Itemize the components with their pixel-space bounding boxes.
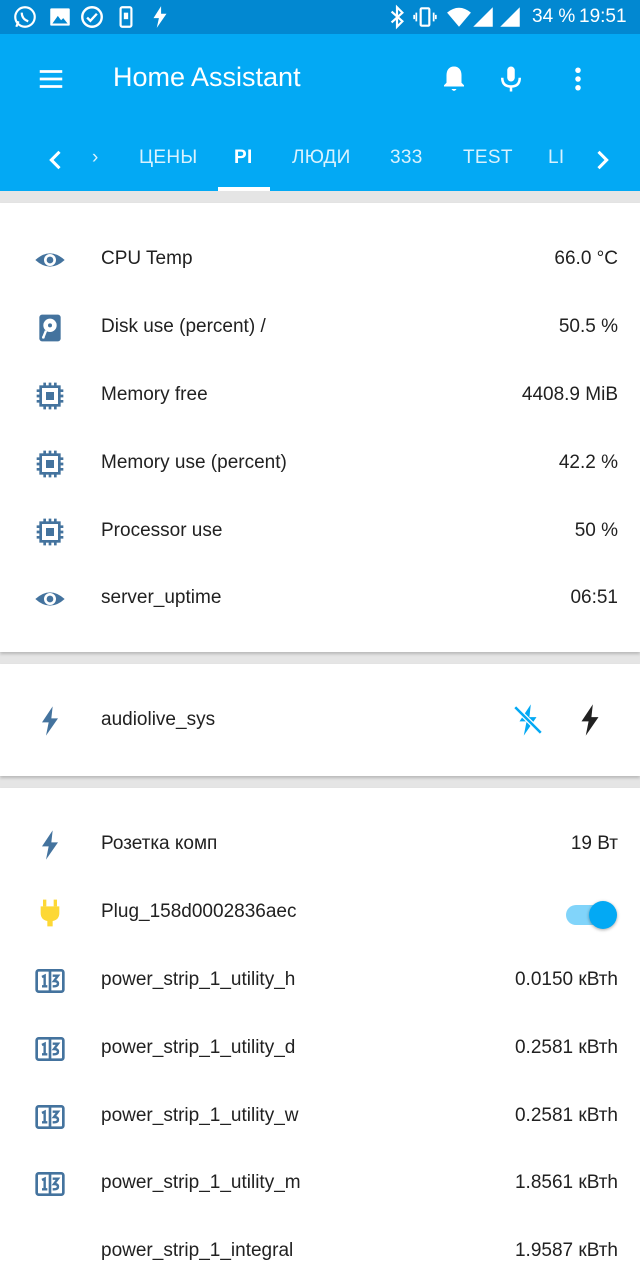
power-card: Розетка комп 19 Вт Plug_158d0002836aec p… (0, 788, 640, 1280)
entity-name: CPU Temp (101, 248, 193, 269)
entity-row[interactable]: Disk use (percent) / 50.5 % (0, 293, 640, 361)
entity-name: power_strip_1_utility_d (101, 1037, 296, 1058)
entity-value: 1.9587 кВтh (514, 1240, 618, 1261)
entity-name: Memory use (percent) (101, 452, 287, 473)
chip-icon (36, 450, 64, 478)
eye-icon (35, 253, 65, 267)
signal-icon (500, 7, 520, 27)
tab-bar: › ЦЕНЫ PI ЛЮДИ 333 TEST LI (0, 134, 640, 191)
entity-value: 0.2581 кВтh (514, 1037, 618, 1058)
system-monitor-card: CPU Temp 66.0 °C Disk use (percent) / 50… (0, 203, 640, 652)
bluetooth-icon (390, 4, 404, 30)
harddisk-icon (39, 314, 61, 342)
entity-row[interactable]: server_uptime 06:51 (0, 564, 640, 632)
check-circle-icon (81, 6, 103, 28)
entity-name: Memory free (101, 384, 208, 405)
power-plug-icon (40, 899, 60, 927)
entity-name: Disk use (percent) / (101, 316, 266, 337)
switch-card: audiolive_sys (0, 664, 640, 776)
flash-icon (153, 6, 167, 28)
app-title: Home Assistant (113, 62, 301, 92)
entity-value: 0.2581 кВтh (514, 1105, 618, 1126)
entity-value: 0.0150 кВтh (514, 969, 618, 990)
flash-off-icon[interactable] (511, 703, 545, 737)
entity-row[interactable]: Processor use 50 % (0, 497, 640, 565)
image-icon (50, 8, 70, 26)
counter-icon (35, 1105, 65, 1129)
entity-row[interactable]: Memory use (percent) 42.2 % (0, 429, 640, 497)
microphone-icon[interactable] (496, 64, 526, 94)
menu-icon[interactable] (36, 64, 66, 94)
flash-icon[interactable] (573, 703, 607, 737)
more-vertical-icon[interactable] (563, 64, 593, 94)
entity-row[interactable]: power_strip_1_integral 1.9587 кВтh (0, 1217, 640, 1280)
counter-icon (35, 1172, 65, 1196)
tab-333[interactable]: 333 (390, 147, 423, 169)
entity-row[interactable]: Розетка комп 19 Вт (0, 810, 640, 878)
entity-row[interactable]: Memory free 4408.9 MiB (0, 361, 640, 429)
flash-icon (42, 706, 58, 736)
entity-name: Plug_158d0002836aec (101, 901, 297, 922)
entity-value: 06:51 (570, 587, 618, 608)
entity-name: Розетка комп (101, 833, 218, 854)
entity-value: 19 Вт (570, 833, 618, 854)
entity-row[interactable]: power_strip_1_utility_w 0.2581 кВтh (0, 1082, 640, 1150)
entity-row[interactable]: power_strip_1_utility_d 0.2581 кВтh (0, 1014, 640, 1082)
vibrate-icon (413, 7, 437, 27)
tab-pi[interactable]: PI (234, 147, 253, 169)
entity-value: 50 % (574, 520, 618, 541)
entity-row[interactable]: power_strip_1_utility_m 1.8561 кВтh (0, 1149, 640, 1217)
entity-row[interactable]: power_strip_1_utility_h 0.0150 кВтh (0, 946, 640, 1014)
signal-icon (473, 7, 493, 27)
status-bar: 34 % 19:51 (0, 0, 640, 34)
phone-icon (119, 6, 133, 28)
tab-prices[interactable]: ЦЕНЫ (139, 147, 197, 169)
entity-name: server_uptime (101, 587, 222, 608)
entity-row[interactable]: audiolive_sys (0, 686, 640, 754)
whatsapp-icon (14, 6, 36, 28)
bell-icon[interactable] (439, 64, 469, 94)
entity-value: 66.0 °C (554, 248, 618, 269)
tab-partial-right[interactable]: LI (548, 147, 564, 169)
chevron-right-icon[interactable] (588, 146, 616, 174)
app-toolbar: Home Assistant › ЦЕНЫ PI ЛЮДИ 333 TEST L… (0, 34, 640, 191)
tab-partial[interactable]: › (92, 147, 99, 169)
chevron-left-icon[interactable] (42, 146, 70, 174)
entity-name: power_strip_1_integral (101, 1240, 294, 1261)
counter-icon (35, 1037, 65, 1061)
tab-people[interactable]: ЛЮДИ (292, 147, 351, 169)
entity-value: 50.5 % (558, 316, 618, 337)
chip-icon (36, 518, 64, 546)
wifi-icon (447, 7, 471, 27)
battery-level: 34 % (532, 6, 576, 27)
entity-value: 1.8561 кВтh (514, 1172, 618, 1193)
entity-value: 4408.9 MiB (521, 384, 618, 405)
entity-value: 42.2 % (558, 452, 618, 473)
flash-icon (42, 830, 58, 860)
entity-name: power_strip_1_utility_h (101, 969, 296, 990)
entity-name: audiolive_sys (101, 709, 216, 730)
entity-name: Processor use (101, 520, 223, 541)
tab-test[interactable]: TEST (463, 147, 513, 169)
active-tab-indicator (218, 187, 270, 191)
counter-icon (35, 969, 65, 993)
entity-row[interactable]: Plug_158d0002836aec (0, 878, 640, 946)
clock: 19:51 (579, 6, 627, 27)
toggle-switch-knob[interactable] (589, 901, 617, 929)
entity-row[interactable]: CPU Temp 66.0 °C (0, 225, 640, 293)
entity-name: power_strip_1_utility_m (101, 1172, 301, 1193)
entity-name: power_strip_1_utility_w (101, 1105, 299, 1126)
chip-icon (36, 382, 64, 410)
eye-icon (35, 592, 65, 606)
